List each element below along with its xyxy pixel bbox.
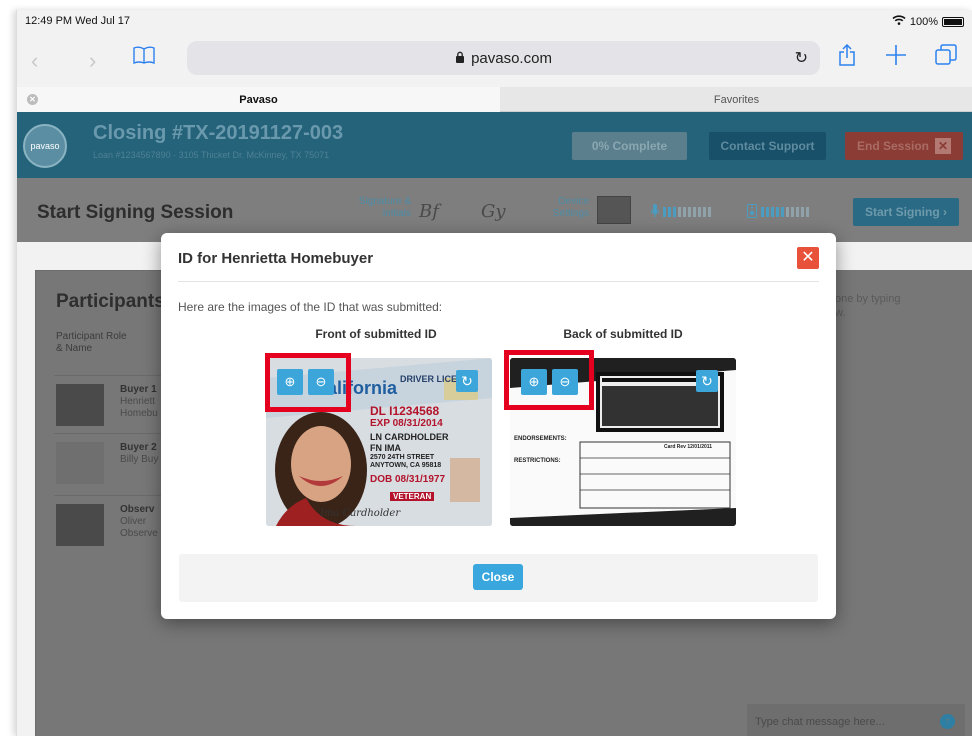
- tab-label: Favorites: [713, 93, 760, 106]
- forward-chevron-icon[interactable]: ›: [89, 48, 96, 74]
- back-chevron-icon[interactable]: ‹: [31, 48, 38, 74]
- id-modal: ID for Henrietta Homebuyer ✕ Here are th…: [161, 233, 836, 619]
- page-title: Start Signing Session: [37, 202, 234, 223]
- device-settings-label: Device Settings: [552, 196, 589, 219]
- closing-title: Closing #TX-20191127-003: [93, 122, 344, 144]
- status-right: 100%: [892, 15, 964, 28]
- battery-percent: 100%: [909, 15, 938, 28]
- browser-tabs: ✕ Pavaso Favorites: [17, 87, 972, 112]
- closing-subtitle: Loan #1234567890 · 3105 Thicket Dr. McKi…: [93, 150, 330, 160]
- zoom-controls-highlight: [265, 353, 351, 412]
- card-endorsements: ENDORSEMENTS:: [514, 436, 567, 442]
- front-id-title: Front of submitted ID: [315, 327, 437, 341]
- participant-role: Buyer 1: [120, 384, 157, 395]
- bookmarks-icon[interactable]: [133, 46, 155, 69]
- camera-preview[interactable]: [597, 196, 631, 224]
- status-bar: 12:49 PM Wed Jul 17 100%: [17, 10, 972, 30]
- participant-role: Buyer 2: [120, 442, 157, 453]
- modal-description: Here are the images of the ID that was s…: [178, 300, 443, 314]
- participant-role: Observ: [120, 504, 155, 515]
- participant-name: Henriett Homebu: [120, 396, 158, 419]
- card-first-name: FN IMA: [370, 443, 401, 453]
- zoom-controls-highlight: [504, 350, 594, 410]
- percent-complete-badge: 0% Complete: [572, 132, 687, 160]
- card-address-2: ANYTOWN, CA 95818: [370, 462, 442, 469]
- mic-level-meter: [663, 207, 711, 217]
- card-revision: Card Rev 12/01/2011: [664, 444, 713, 450]
- initials-sample[interactable]: Gy: [481, 201, 506, 222]
- tab-pavaso[interactable]: ✕ Pavaso: [17, 87, 500, 112]
- card-dob: DOB 08/31/1977: [370, 474, 446, 485]
- microphone-icon: [650, 204, 660, 221]
- card-restrictions: RESTRICTIONS:: [514, 458, 561, 464]
- close-icon: ✕: [935, 138, 952, 154]
- pavaso-logo: pavaso: [23, 124, 67, 168]
- wifi-icon: [892, 15, 906, 28]
- end-session-label: End Session: [856, 139, 930, 153]
- new-tab-plus-icon[interactable]: [885, 44, 907, 71]
- card-exp: EXP 08/31/2014: [370, 418, 443, 429]
- card-dl-number: DL I1234568: [370, 404, 440, 418]
- participant-name: Billy Buy: [120, 454, 159, 465]
- lock-icon: [455, 50, 465, 67]
- modal-close-icon[interactable]: ✕: [797, 247, 819, 269]
- participant-name: Oliver Observe: [120, 516, 158, 539]
- start-signing-button[interactable]: Start Signing ›: [853, 198, 959, 226]
- status-time: 12:49 PM Wed Jul 17: [25, 15, 130, 27]
- card-veteran: VETERAN: [390, 492, 435, 501]
- signature-sample[interactable]: Bf: [419, 201, 439, 222]
- rotate-icon[interactable]: ↻: [456, 370, 478, 392]
- speaker-icon: [747, 204, 757, 221]
- back-id-section: Back of submitted ID: [507, 327, 739, 341]
- back-id-title: Back of submitted ID: [563, 327, 683, 341]
- avatar: [56, 504, 104, 546]
- send-arrow-icon[interactable]: ↑: [940, 714, 955, 729]
- end-session-button[interactable]: End Session ✕: [845, 132, 963, 160]
- share-icon[interactable]: [839, 43, 855, 71]
- participant-column-header: Participant Role & Name: [56, 331, 127, 354]
- speaker-level-meter: [761, 207, 809, 217]
- reload-icon[interactable]: ↻: [795, 48, 808, 68]
- app-header: pavaso Closing #TX-20191127-003 Loan #12…: [17, 112, 972, 178]
- card-address-1: 2570 24TH STREET: [370, 454, 435, 461]
- tab-label: Pavaso: [239, 93, 278, 106]
- contact-support-button[interactable]: Contact Support: [709, 132, 826, 160]
- card-signature: Ima Cardholder: [320, 508, 401, 519]
- modal-divider: [178, 281, 819, 282]
- modal-footer: Close: [179, 554, 818, 602]
- avatar: [56, 384, 104, 426]
- url-text: pavaso.com: [471, 49, 552, 67]
- tab-favorites[interactable]: Favorites: [500, 87, 972, 112]
- modal-title: ID for Henrietta Homebuyer: [178, 250, 374, 267]
- address-bar[interactable]: pavaso.com ↻: [187, 41, 820, 75]
- tab-close-icon[interactable]: ✕: [27, 94, 38, 105]
- front-id-section: Front of submitted ID: [260, 327, 492, 341]
- tabs-overview-icon[interactable]: [935, 44, 957, 71]
- signature-initials-label: Signature & Initials: [358, 196, 411, 219]
- chat-placeholder: Type chat message here...: [755, 716, 885, 728]
- browser-toolbar: ‹ › pavaso.com ↻: [17, 32, 972, 88]
- chat-hint: one by typing w.: [835, 293, 901, 319]
- avatar: [56, 442, 104, 484]
- card-last-name: LN CARDHOLDER: [370, 432, 449, 442]
- battery-icon: [942, 16, 964, 27]
- participants-title: Participants: [56, 291, 165, 312]
- close-button[interactable]: Close: [473, 564, 523, 590]
- chat-message-input[interactable]: Type chat message here... ↑: [747, 704, 965, 736]
- rotate-icon[interactable]: ↻: [696, 370, 718, 392]
